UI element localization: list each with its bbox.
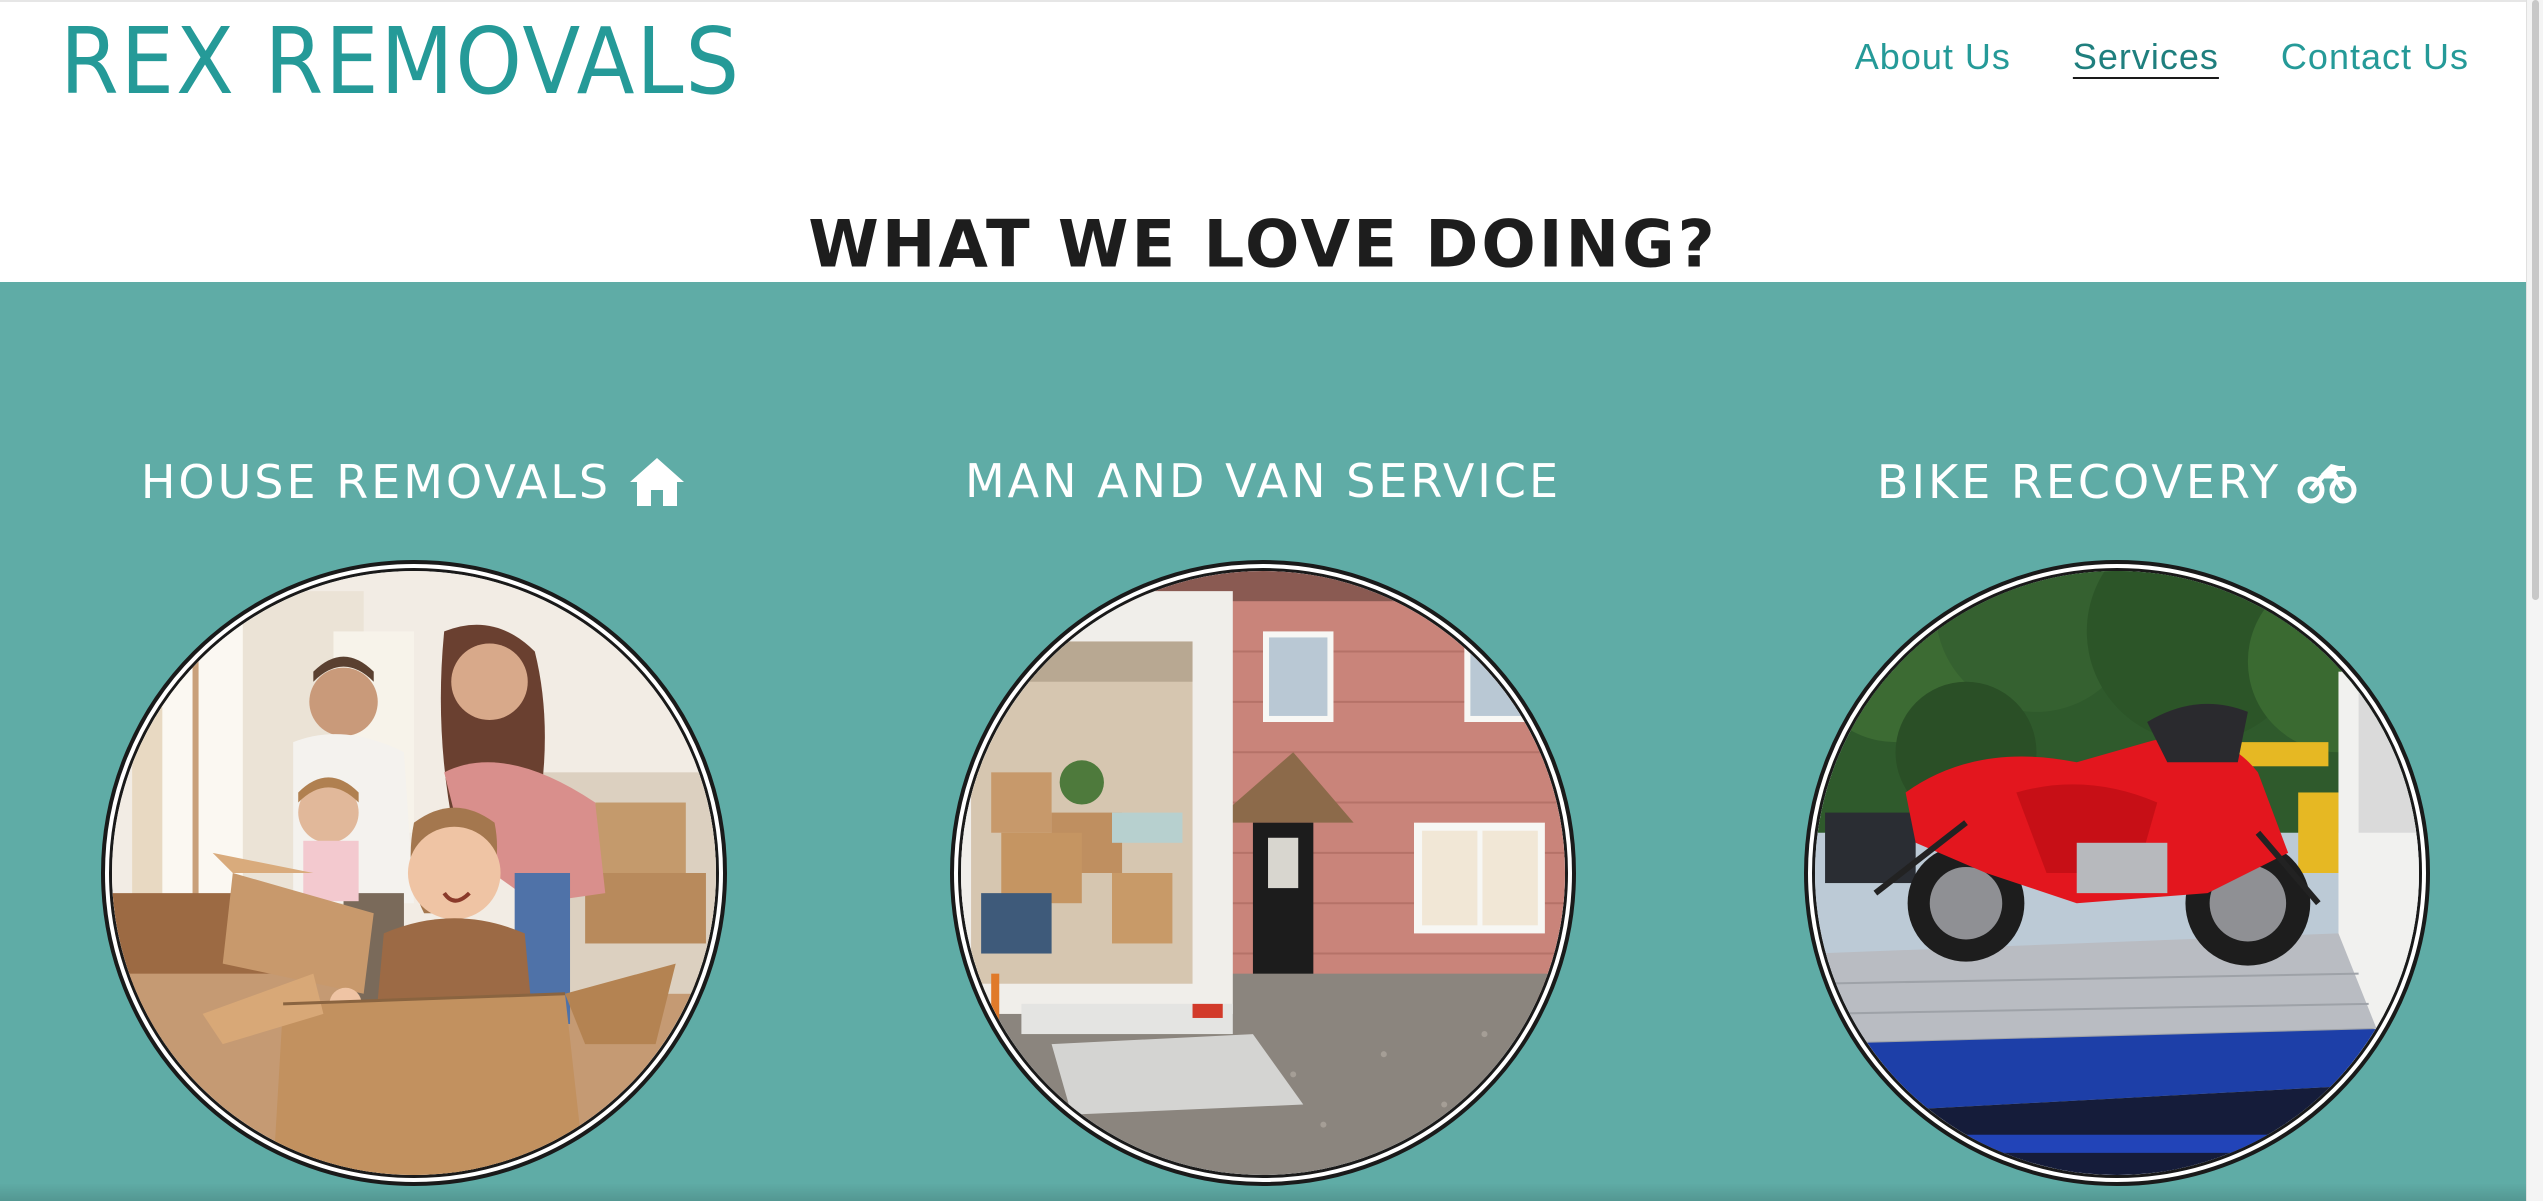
motorcycle-icon: [2297, 454, 2357, 510]
services-band: HOUSE REMOVALS MAN AND VAN SERVICE BIKE …: [0, 282, 2526, 1201]
service-card-man-and-van: MAN AND VAN SERVICE: [883, 282, 1643, 1201]
family-moving-photo: [112, 571, 716, 1175]
service-card-house-removals: HOUSE REMOVALS: [34, 282, 794, 1201]
house-icon: [627, 454, 687, 510]
nav-about-us[interactable]: About Us: [1855, 36, 2011, 78]
service-title-bike-recovery: BIKE RECOVERY: [1737, 454, 2497, 510]
service-title-text: BIKE RECOVERY: [1876, 455, 2282, 509]
page: REX REMOVALS About Us Services Contact U…: [0, 0, 2543, 1201]
band-shadow: [0, 1183, 2526, 1201]
service-title-man-and-van: MAN AND VAN SERVICE: [883, 454, 1643, 508]
house-removals-image[interactable]: [101, 560, 727, 1186]
service-card-bike-recovery: BIKE RECOVERY: [1737, 282, 2497, 1201]
nav-contact-us[interactable]: Contact Us: [2281, 36, 2469, 78]
site-logo[interactable]: REX REMOVALS: [60, 8, 741, 115]
service-title-house-removals: HOUSE REMOVALS: [34, 454, 794, 510]
service-title-text: HOUSE REMOVALS: [140, 455, 612, 509]
main-nav: About Us Services Contact Us: [1855, 36, 2469, 78]
man-and-van-image[interactable]: [950, 560, 1576, 1186]
scrollbar-thumb[interactable]: [2532, 0, 2539, 600]
service-title-text: MAN AND VAN SERVICE: [964, 454, 1562, 508]
van-house-photo: [961, 571, 1565, 1175]
motorcycle-truck-photo: [1815, 571, 2419, 1175]
section-title: WHAT WE LOVE DOING?: [808, 207, 1718, 283]
top-divider: [0, 0, 2543, 2]
bike-recovery-image[interactable]: [1804, 560, 2430, 1186]
nav-services[interactable]: Services: [2073, 36, 2219, 78]
